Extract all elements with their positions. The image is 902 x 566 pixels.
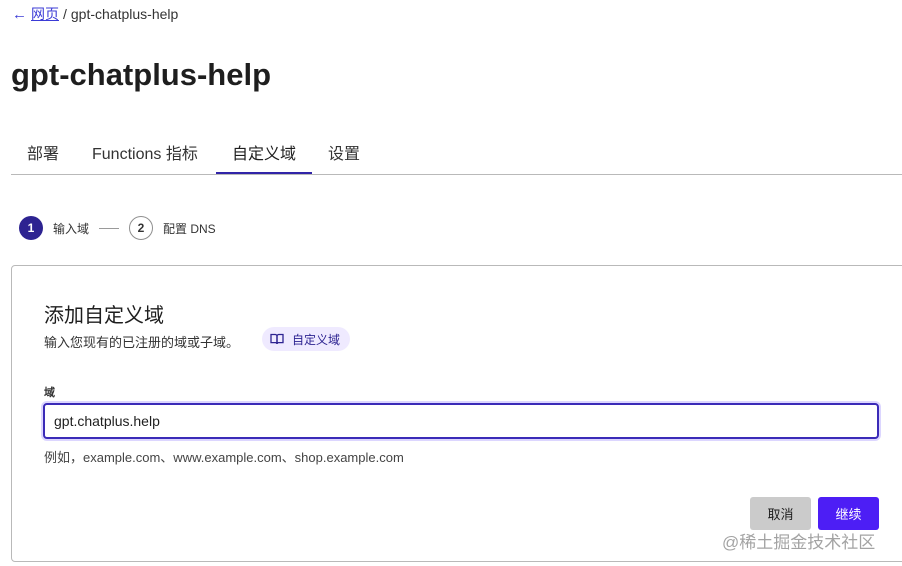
back-arrow-icon[interactable]: ← <box>12 6 27 23</box>
stepper: 1 输入域 2 配置 DNS <box>19 216 216 240</box>
domain-field-label: 域 <box>44 387 55 399</box>
tab-bar: 部署 Functions 指标 自定义域 设置 <box>11 130 902 175</box>
tab-deploy[interactable]: 部署 <box>27 140 59 174</box>
continue-button[interactable]: 继续 <box>818 497 879 530</box>
page-title: gpt-chatplus-help <box>11 57 272 92</box>
step-1-label: 输入域 <box>53 221 90 236</box>
watermark: @稀土掘金技术社区 <box>722 533 876 552</box>
breadcrumb-separator: / <box>63 6 67 22</box>
docs-link-badge[interactable]: 自定义域 <box>262 327 351 351</box>
tab-custom-domain[interactable]: 自定义域 <box>216 140 312 174</box>
step-1-indicator: 1 <box>19 216 43 240</box>
docs-link-label: 自定义域 <box>292 332 341 347</box>
domain-field-hint: 例如，example.com、www.example.com、shop.exam… <box>44 450 404 465</box>
tab-settings[interactable]: 设置 <box>328 140 360 174</box>
cancel-button[interactable]: 取消 <box>750 497 811 530</box>
step-2-label: 配置 DNS <box>163 221 216 236</box>
step-2-indicator: 2 <box>129 216 154 240</box>
book-icon <box>270 333 284 345</box>
breadcrumb: ← 网页 / gpt-chatplus-help <box>12 4 178 24</box>
step-connector <box>99 227 120 229</box>
breadcrumb-back-link[interactable]: 网页 <box>31 4 59 24</box>
card-title: 添加自定义域 <box>44 305 164 327</box>
tab-functions-metrics[interactable]: Functions 指标 <box>92 140 198 174</box>
breadcrumb-current: gpt-chatplus-help <box>70 6 179 22</box>
card-description: 输入您现有的已注册的域或子域。 <box>44 335 240 350</box>
add-domain-card: 添加自定义域 输入您现有的已注册的域或子域。 自定义域 域 例如，example… <box>11 265 902 562</box>
domain-input[interactable] <box>43 403 879 439</box>
